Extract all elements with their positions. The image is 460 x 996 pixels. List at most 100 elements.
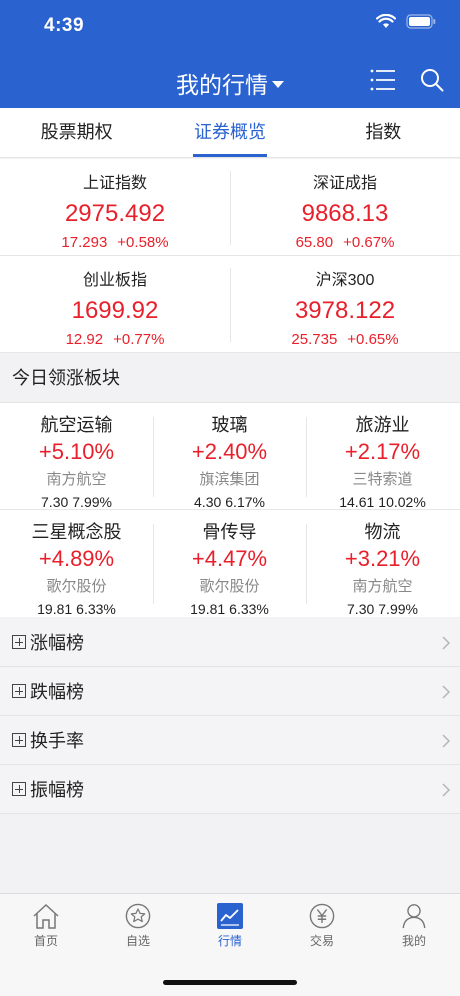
- leader-pct: 6.33%: [76, 601, 116, 617]
- tab-securities-overview[interactable]: 证券概览: [153, 108, 306, 157]
- chevron-right-icon: [442, 734, 450, 748]
- index-pct: +0.77%: [113, 331, 165, 348]
- divider: [230, 268, 231, 342]
- expand-plus-icon: [12, 782, 26, 796]
- sector-card[interactable]: 航空运输 +5.10% 南方航空 7.30 7.99%: [0, 403, 153, 510]
- rank-row-losers[interactable]: 跌幅榜: [0, 667, 460, 716]
- leader-price: 7.30: [347, 601, 375, 617]
- sector-pct: +4.47%: [191, 546, 268, 571]
- rank-row-turnover[interactable]: 换手率: [0, 716, 460, 765]
- nav-actions: [370, 68, 444, 92]
- rank-list: 涨幅榜 跌幅榜 换手率 振幅榜: [0, 618, 460, 814]
- search-icon[interactable]: [420, 68, 444, 92]
- tabbar-label: 首页: [33, 934, 58, 948]
- leader-pct: 6.17%: [225, 494, 265, 510]
- battery-icon: [406, 14, 436, 29]
- sector-card[interactable]: 旅游业 +2.17% 三特索道 14.61 10.02%: [306, 403, 459, 510]
- sector-leader: 南方航空: [352, 578, 413, 595]
- sector-pct: +2.40%: [191, 439, 268, 464]
- sector-card[interactable]: 骨传导 +4.47% 歌尔股份 19.81 6.33%: [153, 510, 306, 617]
- divider: [306, 524, 307, 604]
- divider: [153, 417, 154, 497]
- chart-icon: [217, 903, 243, 929]
- sector-name: 物流: [364, 522, 401, 542]
- wifi-icon: [376, 14, 396, 28]
- index-value: 2975.492: [64, 200, 166, 227]
- divider: [153, 524, 154, 604]
- divider: [230, 171, 231, 245]
- rank-row-amplitude[interactable]: 振幅榜: [0, 765, 460, 814]
- tabbar-label: 自选: [125, 934, 150, 948]
- sector-leader: 三特索道: [352, 471, 413, 488]
- leader-price: 19.81: [37, 601, 73, 617]
- home-indicator: [163, 980, 297, 985]
- tabbar-label: 行情: [217, 934, 242, 948]
- chevron-right-icon: [442, 783, 450, 797]
- header: 4:39 我的行情: [0, 0, 460, 108]
- status-icons: [376, 14, 436, 29]
- leader-price: 14.61: [339, 494, 375, 510]
- sector-name: 骨传导: [202, 522, 257, 542]
- divider: [0, 255, 460, 256]
- sector-card[interactable]: 物流 +3.21% 南方航空 7.30 7.99%: [306, 510, 459, 617]
- chevron-right-icon: [442, 685, 450, 699]
- index-value: 1699.92: [71, 297, 159, 324]
- status-time: 4:39: [44, 15, 85, 36]
- sector-pct: +2.17%: [344, 439, 421, 464]
- sector-leader: 歌尔股份: [46, 578, 107, 595]
- index-name: 创业板指: [82, 272, 147, 289]
- person-icon: [402, 904, 426, 929]
- leader-pct: 6.33%: [229, 601, 269, 617]
- tab-index[interactable]: 指数: [307, 108, 460, 157]
- tabbar-home[interactable]: 首页: [0, 894, 92, 996]
- index-pct: +0.65%: [347, 331, 399, 348]
- sector-leader: 南方航空: [46, 471, 107, 488]
- sector-leader: 旗滨集团: [199, 471, 260, 488]
- leader-price: 4.30: [194, 494, 222, 510]
- sector-pct: +4.89%: [38, 546, 115, 571]
- tabbar-label: 交易: [309, 934, 334, 948]
- expand-plus-icon: [12, 635, 26, 649]
- index-change: 25.735: [291, 331, 338, 348]
- sector-card[interactable]: 玻璃 +2.40% 旗滨集团 4.30 6.17%: [153, 403, 306, 510]
- index-pct: +0.67%: [343, 234, 395, 251]
- section-title-leading-sectors: 今日领涨板块: [0, 353, 460, 403]
- expand-plus-icon: [12, 684, 26, 698]
- tabbar-me[interactable]: 我的: [368, 894, 460, 996]
- chevron-right-icon: [442, 636, 450, 650]
- index-grid: 上证指数 2975.492 17.293 +0.58% 深证成指 9868.13 …: [0, 159, 460, 353]
- rank-row-gainers[interactable]: 涨幅榜: [0, 618, 460, 667]
- divider: [306, 417, 307, 497]
- sector-name: 旅游业: [355, 415, 410, 435]
- yen-icon: [309, 903, 335, 929]
- tab-stock-options[interactable]: 股票期权: [0, 108, 153, 157]
- index-value: 9868.13: [301, 200, 389, 227]
- divider: [0, 509, 460, 510]
- index-name: 沪深300: [315, 272, 375, 289]
- sector-name: 航空运输: [40, 415, 113, 435]
- index-change: 17.293: [61, 234, 108, 251]
- caret-down-icon: [272, 81, 284, 89]
- rank-label: 振幅榜: [30, 780, 84, 800]
- index-pct: +0.58%: [117, 234, 169, 251]
- leader-price: 7.30: [41, 494, 69, 510]
- list-menu-icon[interactable]: [370, 69, 396, 91]
- sector-leader: 歌尔股份: [199, 578, 260, 595]
- index-card-hs300[interactable]: 沪深300 3978.122 25.735 +0.65%: [230, 256, 460, 353]
- index-card-sh[interactable]: 上证指数 2975.492 17.293 +0.58%: [0, 159, 230, 256]
- index-card-sz[interactable]: 深证成指 9868.13 65.80 +0.67%: [230, 159, 460, 256]
- tabbar-label: 我的: [401, 934, 426, 948]
- index-card-cyb[interactable]: 创业板指 1699.92 12.92 +0.77%: [0, 256, 230, 353]
- sector-name: 玻璃: [211, 415, 248, 435]
- rank-label: 换手率: [30, 731, 84, 751]
- sector-card[interactable]: 三星概念股 +4.89% 歌尔股份 19.81 6.33%: [0, 510, 153, 617]
- index-change: 12.92: [65, 331, 104, 348]
- sector-pct: +5.10%: [38, 439, 115, 464]
- index-name: 上证指数: [82, 175, 147, 192]
- leader-pct: 7.99%: [72, 494, 112, 510]
- index-name: 深证成指: [312, 175, 377, 192]
- expand-plus-icon: [12, 733, 26, 747]
- rank-label: 跌幅榜: [30, 682, 84, 702]
- home-icon: [33, 903, 59, 929]
- leader-pct: 10.02%: [378, 494, 426, 510]
